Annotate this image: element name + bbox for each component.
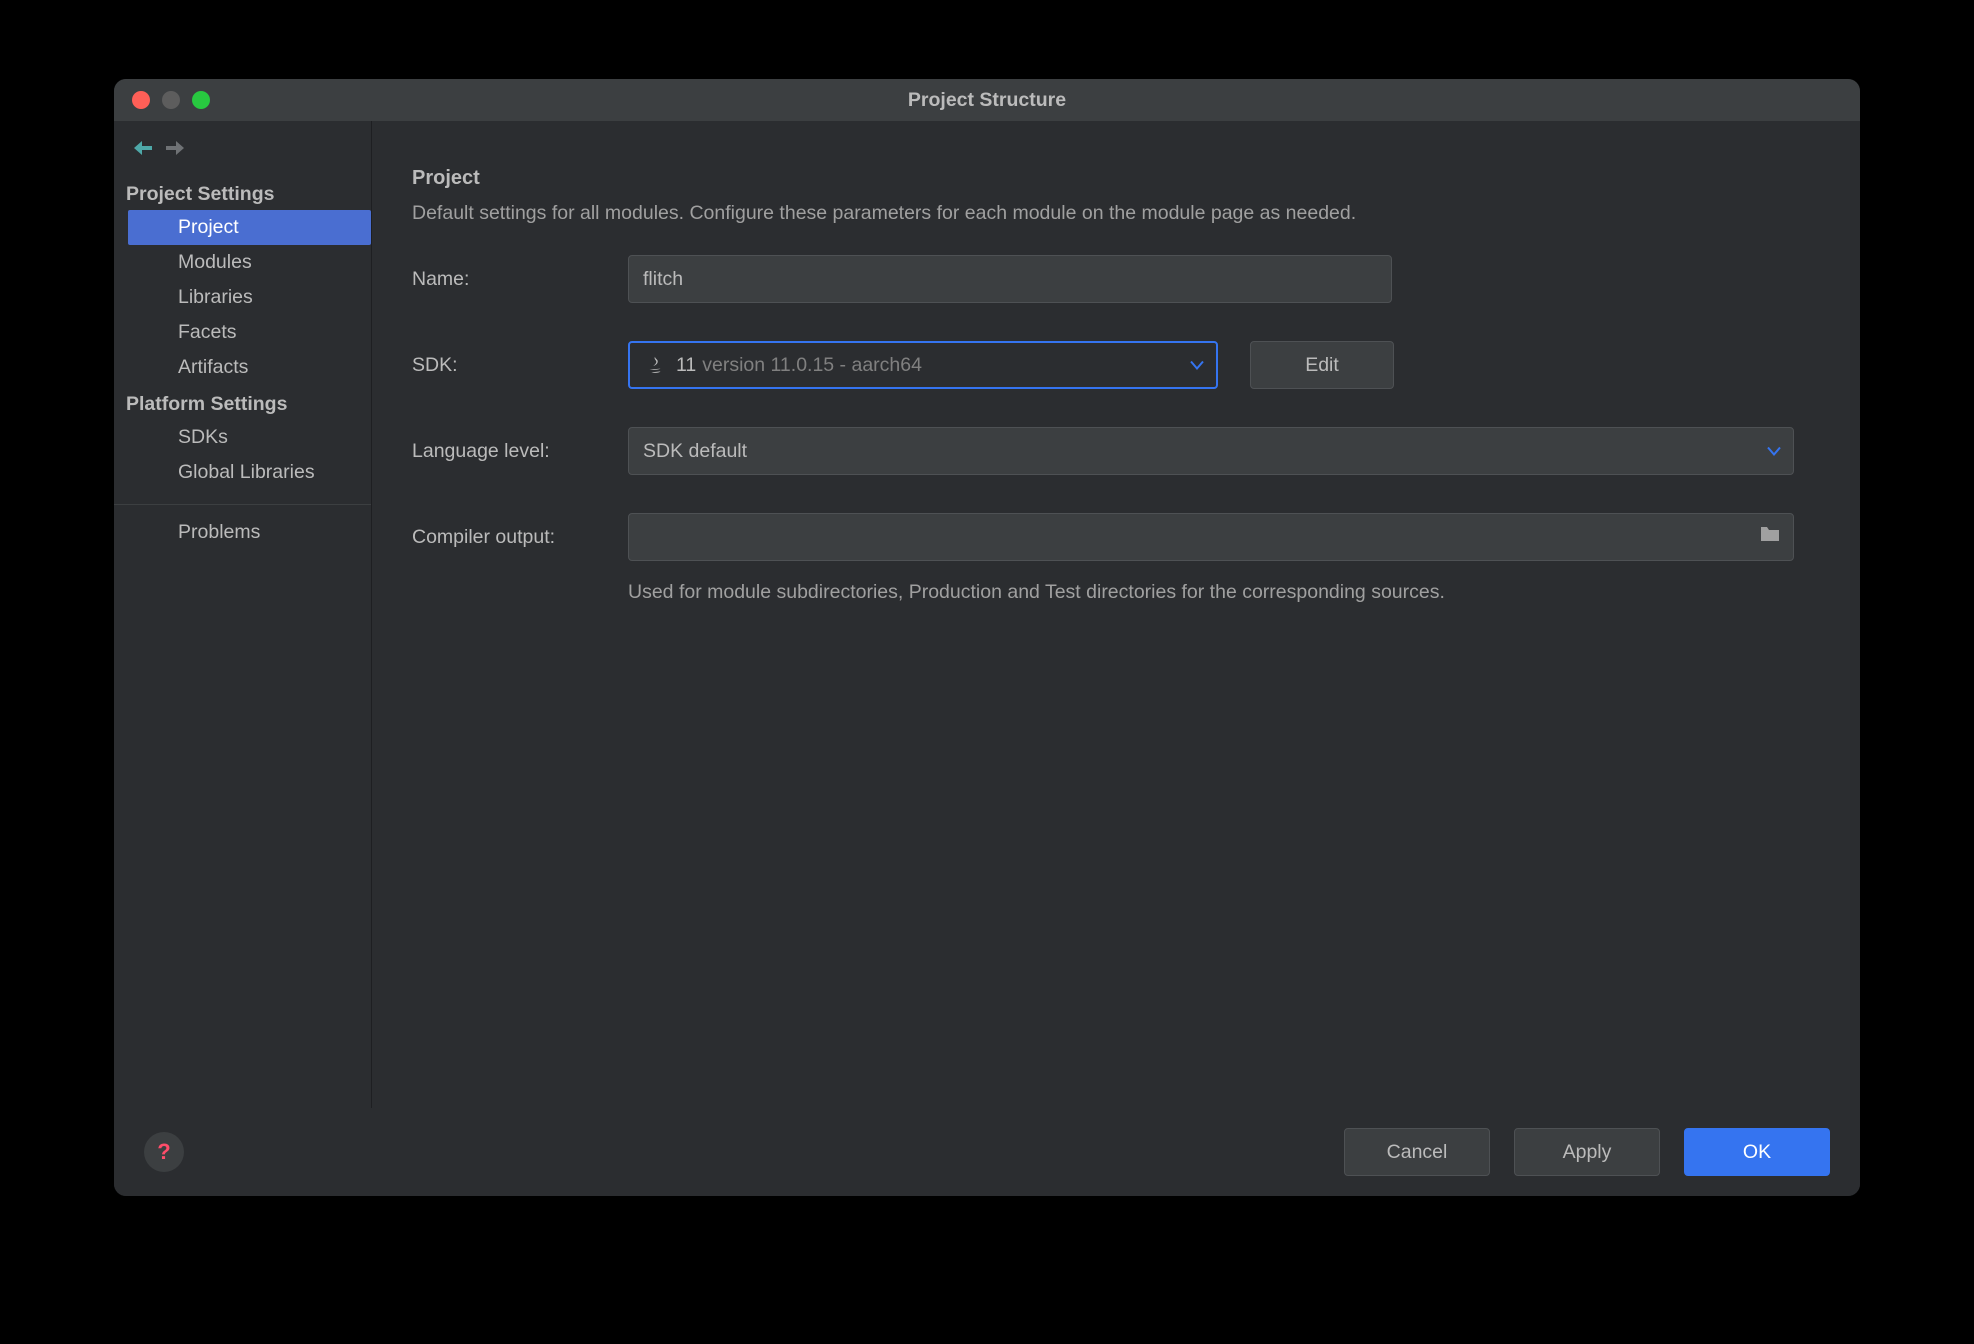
page-title: Project bbox=[412, 167, 1820, 190]
language-level-label: Language level: bbox=[412, 440, 628, 463]
project-structure-window: Project Structure Project Settings Proje… bbox=[114, 79, 1860, 1196]
sidebar-item-project[interactable]: Project bbox=[128, 210, 371, 245]
sidebar-item-libraries[interactable]: Libraries bbox=[114, 280, 371, 315]
ok-button[interactable]: OK bbox=[1684, 1128, 1830, 1176]
compiler-output-input[interactable] bbox=[628, 513, 1794, 561]
sdk-dropdown[interactable]: 11 version 11.0.15 - aarch64 bbox=[628, 341, 1218, 389]
help-button[interactable]: ? bbox=[144, 1132, 184, 1172]
sidebar-item-facets[interactable]: Facets bbox=[114, 315, 371, 350]
sidebar-item-sdks[interactable]: SDKs bbox=[114, 420, 371, 455]
cancel-button[interactable]: Cancel bbox=[1344, 1128, 1490, 1176]
compiler-output-helper: Used for module subdirectories, Producti… bbox=[628, 581, 1820, 604]
sidebar-separator bbox=[114, 504, 371, 505]
titlebar: Project Structure bbox=[114, 79, 1860, 121]
minimize-window-button[interactable] bbox=[162, 91, 180, 109]
sidebar-item-artifacts[interactable]: Artifacts bbox=[114, 350, 371, 385]
sdk-label: SDK: bbox=[412, 354, 628, 377]
sdk-value: 11 bbox=[676, 354, 696, 377]
chevron-down-icon bbox=[1767, 440, 1781, 463]
sidebar: Project Settings Project Modules Librari… bbox=[114, 121, 372, 1108]
apply-button[interactable]: Apply bbox=[1514, 1128, 1660, 1176]
chevron-down-icon bbox=[1190, 354, 1204, 377]
footer: ? Cancel Apply OK bbox=[114, 1108, 1860, 1196]
sidebar-group-project-settings: Project Settings bbox=[114, 175, 371, 210]
language-level-value: SDK default bbox=[643, 440, 747, 463]
sidebar-item-modules[interactable]: Modules bbox=[114, 245, 371, 280]
name-label: Name: bbox=[412, 268, 628, 291]
sidebar-item-problems[interactable]: Problems bbox=[114, 515, 371, 550]
edit-sdk-button[interactable]: Edit bbox=[1250, 341, 1394, 389]
zoom-window-button[interactable] bbox=[192, 91, 210, 109]
sidebar-group-platform-settings: Platform Settings bbox=[114, 385, 371, 420]
back-icon[interactable] bbox=[134, 141, 152, 155]
java-icon bbox=[644, 354, 666, 376]
question-icon: ? bbox=[157, 1139, 170, 1165]
main-panel: Project Default settings for all modules… bbox=[372, 121, 1860, 1108]
language-level-dropdown[interactable]: SDK default bbox=[628, 427, 1794, 475]
sidebar-item-global-libraries[interactable]: Global Libraries bbox=[114, 455, 371, 490]
project-name-input[interactable] bbox=[628, 255, 1392, 303]
close-window-button[interactable] bbox=[132, 91, 150, 109]
forward-icon[interactable] bbox=[166, 141, 184, 155]
window-controls bbox=[132, 91, 210, 109]
compiler-output-label: Compiler output: bbox=[412, 526, 628, 549]
sdk-version: version 11.0.15 - aarch64 bbox=[702, 354, 922, 377]
folder-icon[interactable] bbox=[1759, 525, 1781, 549]
page-description: Default settings for all modules. Config… bbox=[412, 202, 1820, 225]
window-title: Project Structure bbox=[908, 89, 1066, 112]
